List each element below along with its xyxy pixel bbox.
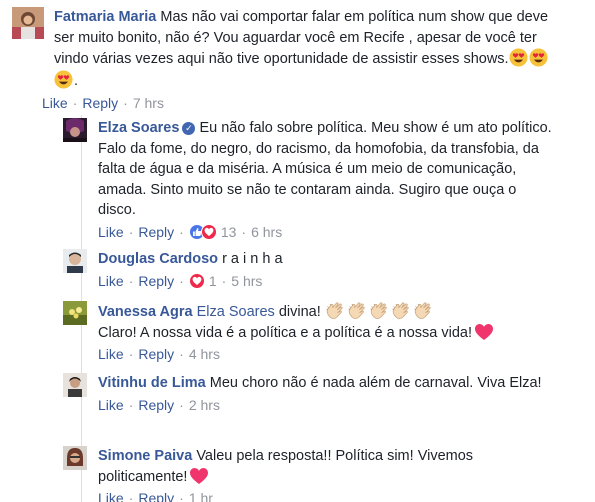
reply-text: divina! — [278, 304, 321, 320]
timestamp[interactable]: 1 hr — [189, 488, 213, 502]
reply-author[interactable]: Vitinhu de Lima — [98, 375, 206, 391]
comment-author[interactable]: Fatmaria Maria — [54, 9, 156, 25]
reactions-summary[interactable]: 13 — [188, 222, 237, 242]
reply-author[interactable]: Douglas Cardoso — [98, 251, 218, 267]
like-link[interactable]: Like — [98, 395, 124, 415]
reply-author[interactable]: Simone Paiva — [98, 448, 192, 464]
reaction-count: 13 — [220, 223, 237, 240]
reply-text: Meu choro não é nada além de carnaval. V… — [209, 375, 542, 391]
reply-text-block: Douglas Cardoso r a i n h a — [98, 249, 553, 270]
timestamp[interactable]: 5 hrs — [231, 271, 262, 291]
clapping-hands-emoji — [347, 301, 369, 321]
avatar[interactable] — [63, 249, 87, 273]
avatar[interactable] — [63, 301, 87, 325]
reactions-summary[interactable]: 1 — [188, 271, 217, 291]
comment-actions: Like · Reply · 7 hrs — [42, 93, 164, 113]
avatar[interactable] — [63, 118, 87, 142]
reply-author[interactable]: Elza Soares — [98, 120, 179, 136]
avatar[interactable] — [63, 373, 87, 397]
timestamp[interactable]: 6 hrs — [251, 222, 282, 242]
reply-link[interactable]: Reply — [138, 222, 174, 242]
reaction-count: 1 — [208, 272, 217, 289]
reply-link[interactable]: Reply — [138, 395, 174, 415]
reply-comment: Douglas Cardoso r a i n h a Like · Reply… — [63, 249, 583, 291]
reply-text-block: Elza Soares ✓ Eu não falo sobre política.… — [98, 118, 553, 221]
avatar[interactable] — [12, 7, 44, 39]
verified-badge-icon: ✓ — [182, 122, 196, 135]
heart-emoji — [189, 467, 209, 485]
timestamp[interactable]: 4 hrs — [189, 344, 220, 364]
heart-emoji — [474, 323, 494, 341]
reply-actions: Like · Reply · 4 hrs — [98, 344, 220, 364]
reply-actions: Like · Reply · 1 · 5 hrs — [98, 271, 263, 291]
like-link[interactable]: Like — [98, 222, 124, 242]
reply-comment: Elza Soares ✓ Eu não falo sobre política.… — [63, 118, 583, 242]
comment: Fatmaria Maria Mas não vai comportar fal… — [12, 7, 587, 113]
reply-link[interactable]: Reply — [138, 344, 174, 364]
reply-link[interactable]: Reply — [138, 488, 174, 502]
love-reaction-icon — [188, 272, 205, 289]
reply-link[interactable]: Reply — [82, 93, 118, 113]
heart-eyes-emoji — [54, 70, 73, 89]
reply-comment: Simone Paiva Valeu pela resposta!! Polít… — [63, 446, 583, 502]
reply-actions: Like · Reply · 2 hrs — [98, 395, 220, 415]
reply-text-2: Claro! A nossa vida é a política e a pol… — [98, 324, 473, 341]
clapping-hands-emoji — [391, 301, 413, 321]
reply-comment: Vitinhu de Lima Meu choro não é nada alé… — [63, 373, 583, 415]
avatar[interactable] — [63, 446, 87, 470]
love-reaction-icon — [200, 223, 217, 240]
like-link[interactable]: Like — [98, 488, 124, 502]
reply-actions: Like · Reply · 13 · 6 hrs — [98, 222, 283, 242]
heart-eyes-emoji — [529, 48, 548, 67]
clapping-hands-emoji — [413, 301, 435, 321]
like-link[interactable]: Like — [98, 344, 124, 364]
like-link[interactable]: Like — [98, 271, 124, 291]
heart-eyes-emoji — [509, 48, 528, 67]
like-link[interactable]: Like — [42, 93, 68, 113]
reply-author[interactable]: Vanessa Agra — [98, 304, 193, 320]
clapping-hands-emoji — [369, 301, 391, 321]
reply-comment: Vanessa Agra Elza Soares divina! Claro! … — [63, 301, 583, 364]
timestamp[interactable]: 2 hrs — [189, 395, 220, 415]
reply-link[interactable]: Reply — [138, 271, 174, 291]
reply-text: r a i n h a — [222, 251, 283, 267]
mention-link[interactable]: Elza Soares — [197, 304, 275, 320]
reply-text-block: Simone Paiva Valeu pela resposta!! Polít… — [98, 446, 553, 487]
reply-actions: Like · Reply · 1 hr — [98, 488, 553, 502]
reply-text-block: Vanessa Agra Elza Soares divina! Claro! … — [98, 301, 553, 343]
timestamp[interactable]: 7 hrs — [133, 93, 164, 113]
comment-text-block: Fatmaria Maria Mas não vai comportar fal… — [54, 9, 549, 89]
reply-text-block: Vitinhu de Lima Meu choro não é nada alé… — [98, 373, 553, 394]
clapping-hands-emoji — [325, 301, 347, 321]
